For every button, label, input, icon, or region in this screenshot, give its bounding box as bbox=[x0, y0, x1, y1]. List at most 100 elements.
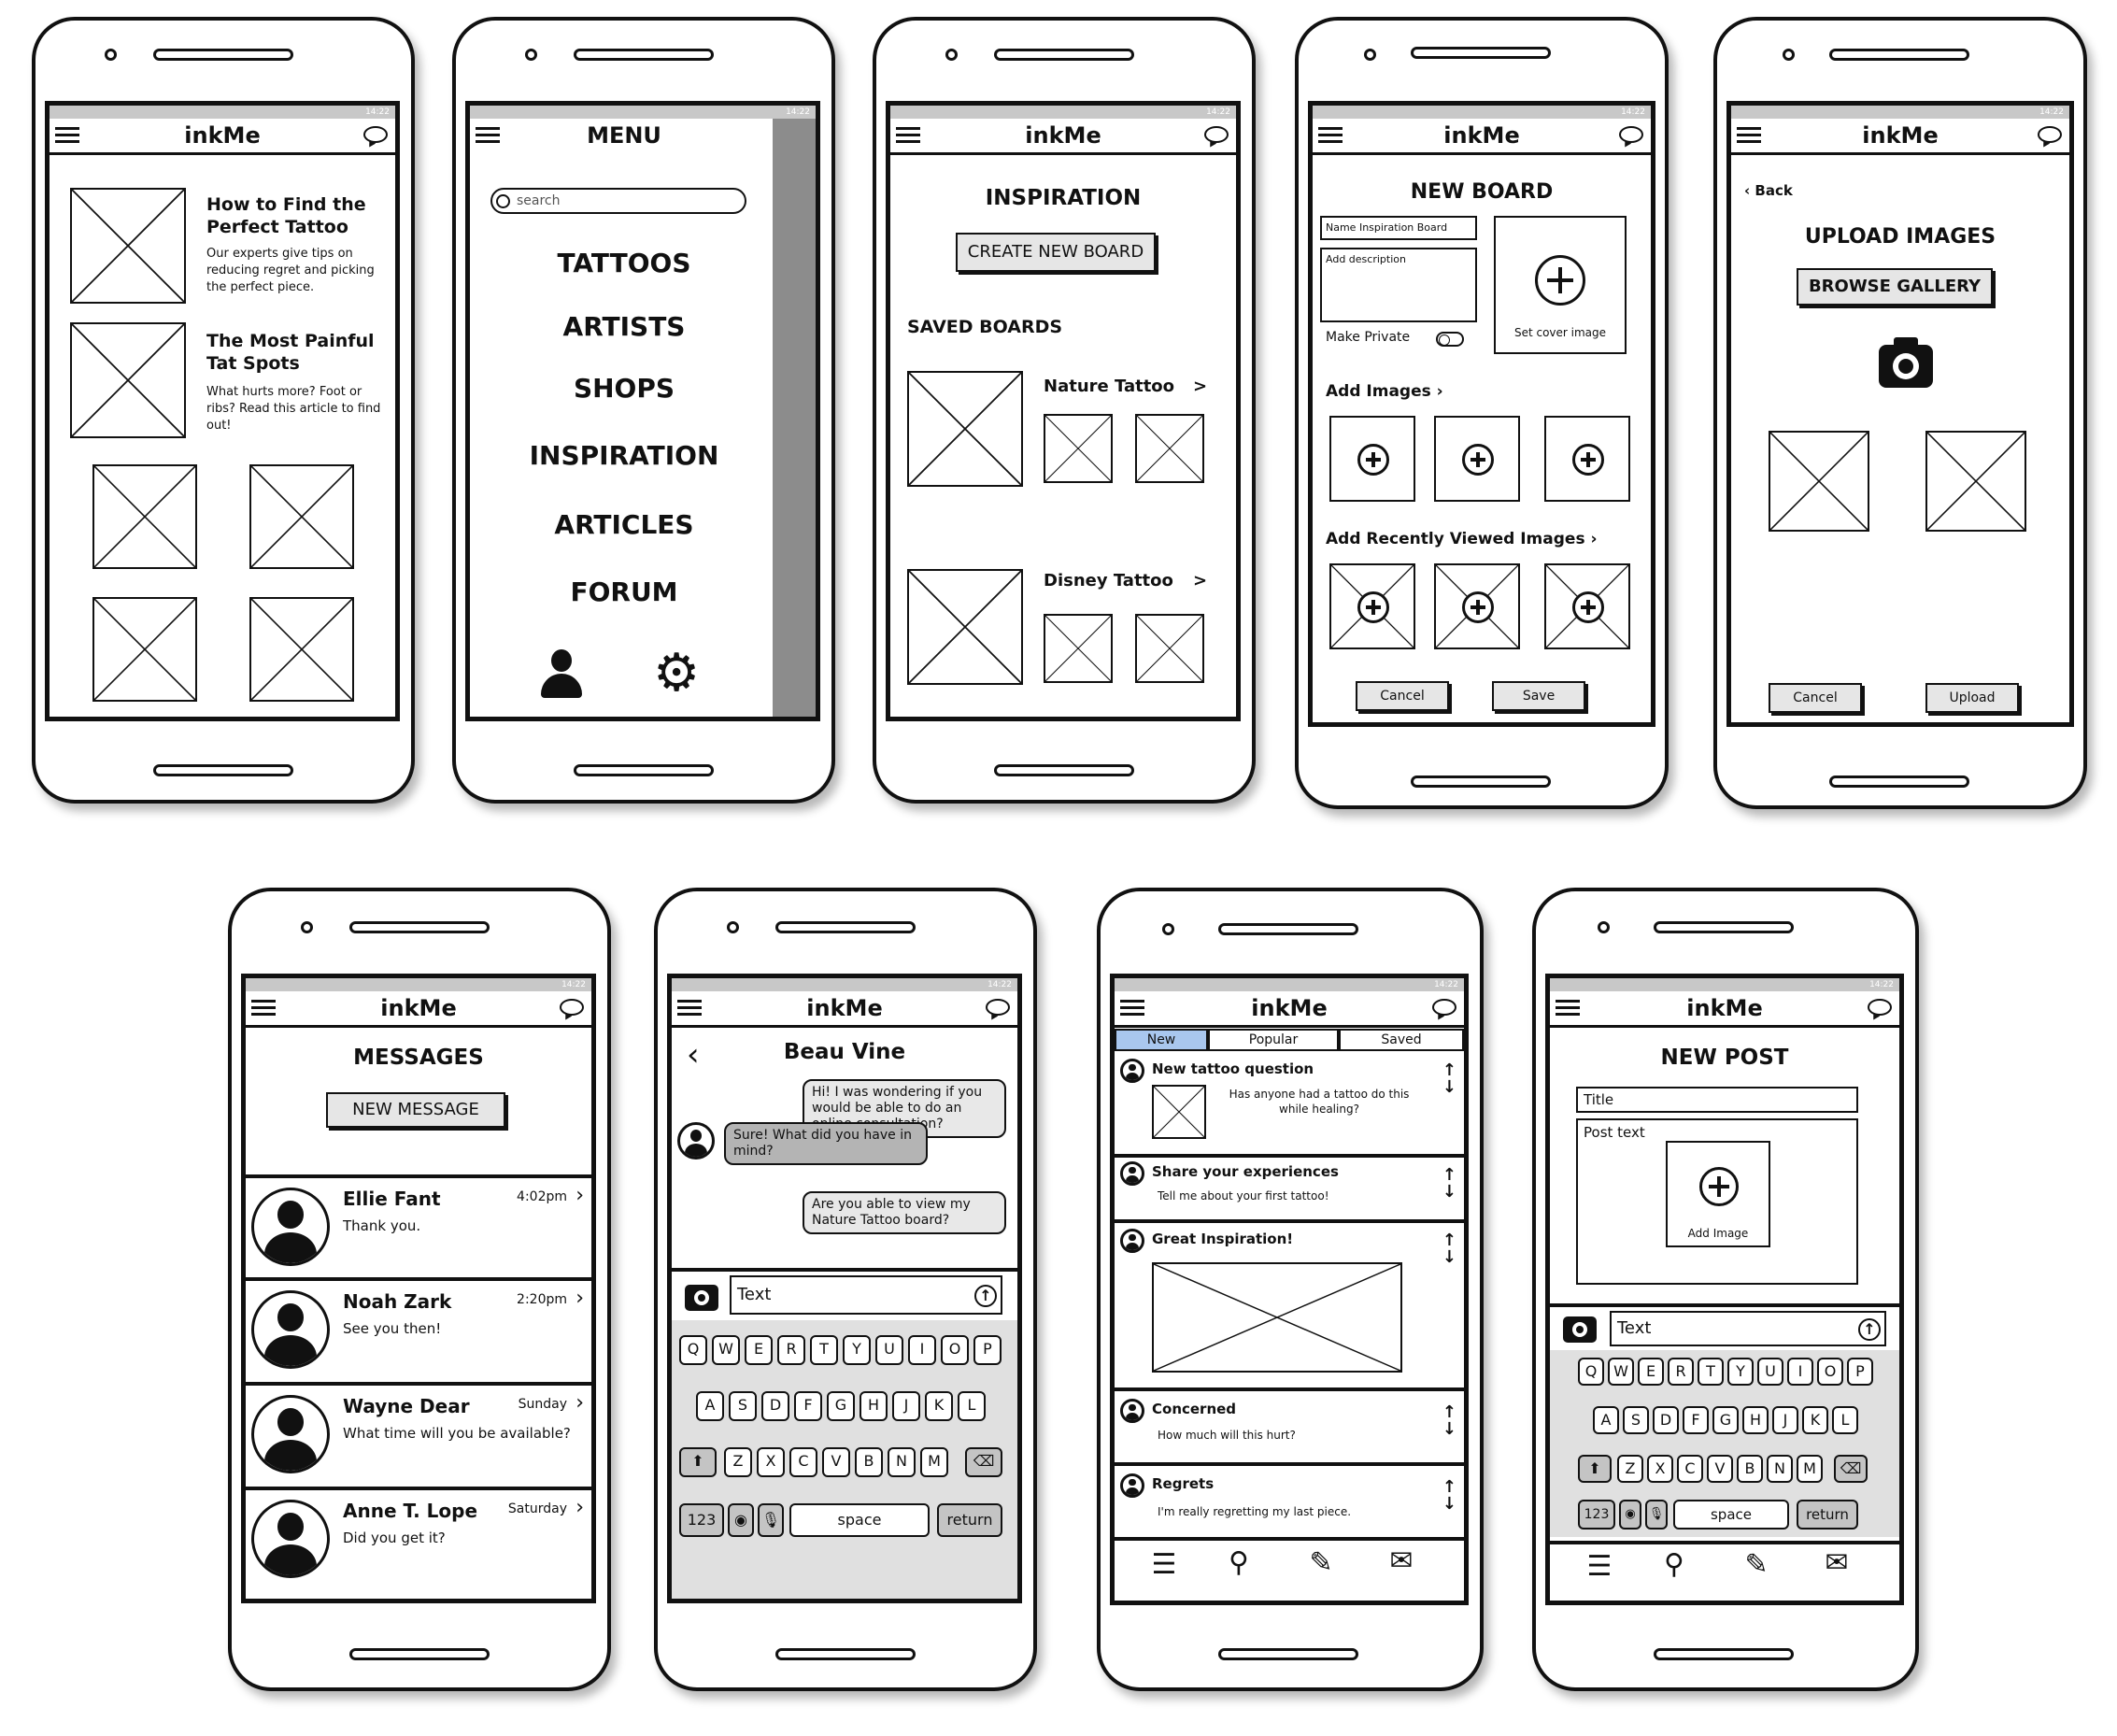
key[interactable]: N bbox=[888, 1447, 916, 1477]
key[interactable]: A bbox=[696, 1391, 724, 1421]
key[interactable]: T bbox=[1698, 1358, 1724, 1386]
tattoo-thumbnail[interactable] bbox=[92, 597, 197, 702]
home-button[interactable] bbox=[775, 1648, 916, 1660]
numbers-key[interactable]: 123 bbox=[679, 1503, 724, 1537]
key[interactable]: J bbox=[1772, 1406, 1798, 1434]
key[interactable]: Q bbox=[679, 1335, 707, 1365]
key[interactable]: W bbox=[712, 1335, 740, 1365]
board-cover[interactable] bbox=[907, 569, 1023, 685]
backspace-key-icon[interactable]: ⌫ bbox=[965, 1447, 1002, 1477]
cancel-button[interactable]: Cancel bbox=[1769, 683, 1862, 713]
message-thread[interactable]: Wayne Dear What time will you be availab… bbox=[246, 1386, 591, 1485]
upload-button[interactable]: Upload bbox=[1925, 683, 2019, 713]
chat-icon[interactable] bbox=[363, 126, 388, 143]
home-button[interactable] bbox=[1829, 776, 1969, 788]
tattoo-thumbnail[interactable] bbox=[249, 597, 354, 702]
tab-new[interactable]: New bbox=[1115, 1029, 1208, 1051]
key[interactable]: B bbox=[855, 1447, 883, 1477]
key[interactable]: V bbox=[1707, 1455, 1733, 1483]
tattoo-thumbnail[interactable] bbox=[249, 464, 354, 569]
key[interactable]: K bbox=[1802, 1406, 1828, 1434]
gear-icon[interactable]: ⚙ bbox=[653, 647, 700, 700]
vote-arrows-icon[interactable]: ↑ ↓ bbox=[1442, 1404, 1456, 1438]
board-description-input[interactable]: Add description bbox=[1320, 248, 1477, 322]
key[interactable]: Y bbox=[843, 1335, 871, 1365]
shift-key-icon[interactable]: ⬆ bbox=[1578, 1455, 1612, 1483]
menu-item-inspiration[interactable]: INSPIRATION bbox=[470, 440, 778, 471]
cover-image-slot[interactable]: Set cover image bbox=[1494, 216, 1627, 354]
private-toggle[interactable] bbox=[1436, 332, 1464, 347]
home-button[interactable] bbox=[1218, 1648, 1358, 1660]
dimmed-overlay[interactable] bbox=[773, 119, 816, 717]
key[interactable]: N bbox=[1767, 1455, 1793, 1483]
home-button[interactable] bbox=[1411, 776, 1551, 788]
home-button[interactable] bbox=[153, 764, 293, 776]
vote-arrows-icon[interactable]: ↑ ↓ bbox=[1442, 1062, 1456, 1096]
menu-item-artists[interactable]: ARTISTS bbox=[470, 311, 778, 342]
forum-post[interactable]: Regrets I'm really regretting my last pi… bbox=[1115, 1466, 1464, 1541]
vote-arrows-icon[interactable]: ↑ ↓ bbox=[1442, 1167, 1456, 1201]
add-recent-link[interactable]: Add Recently Viewed Images › bbox=[1326, 530, 1598, 548]
search-icon[interactable]: ⚲ bbox=[1651, 1548, 1698, 1581]
create-board-button[interactable]: CREATE NEW BOARD bbox=[956, 233, 1156, 272]
key[interactable]: F bbox=[1683, 1406, 1709, 1434]
board-thumbnail[interactable] bbox=[1044, 614, 1113, 683]
key[interactable]: M bbox=[1797, 1455, 1823, 1483]
space-key[interactable]: space bbox=[789, 1503, 930, 1537]
home-button[interactable] bbox=[349, 1648, 490, 1660]
home-button[interactable] bbox=[574, 764, 714, 776]
recent-image-slot[interactable] bbox=[1434, 563, 1520, 649]
key[interactable]: R bbox=[1668, 1358, 1694, 1386]
browse-gallery-button[interactable]: BROWSE GALLERY bbox=[1797, 268, 1993, 306]
key[interactable]: Q bbox=[1578, 1358, 1604, 1386]
forum-post[interactable]: Share your experiences Tell me about you… bbox=[1115, 1158, 1464, 1223]
key[interactable]: X bbox=[1647, 1455, 1673, 1483]
selected-image[interactable] bbox=[1769, 431, 1869, 532]
camera-icon[interactable] bbox=[1879, 337, 1933, 388]
key[interactable]: L bbox=[1832, 1406, 1858, 1434]
list-icon[interactable]: ☰ bbox=[1141, 1548, 1187, 1581]
chat-icon[interactable] bbox=[1432, 999, 1456, 1016]
camera-icon[interactable] bbox=[685, 1285, 718, 1311]
recent-image-slot[interactable] bbox=[1329, 563, 1415, 649]
space-key[interactable]: space bbox=[1673, 1500, 1789, 1530]
key[interactable]: A bbox=[1593, 1406, 1619, 1434]
key[interactable]: T bbox=[810, 1335, 838, 1365]
list-icon[interactable]: ☰ bbox=[1576, 1550, 1623, 1583]
key[interactable]: H bbox=[1742, 1406, 1769, 1434]
mail-icon[interactable]: ✉ bbox=[1812, 1546, 1862, 1579]
message-thread[interactable]: Ellie Fant Thank you. 4:02pm › bbox=[246, 1178, 591, 1277]
send-arrow-icon[interactable]: ↑ bbox=[974, 1285, 997, 1307]
key[interactable]: H bbox=[860, 1391, 888, 1421]
cancel-button[interactable]: Cancel bbox=[1356, 681, 1449, 711]
article-image[interactable] bbox=[70, 188, 186, 304]
forum-post[interactable]: Great Inspiration! ↑ ↓ bbox=[1115, 1223, 1464, 1391]
save-button[interactable]: Save bbox=[1492, 681, 1585, 711]
comment-input[interactable]: Text bbox=[1610, 1311, 1886, 1346]
shift-key-icon[interactable]: ⬆ bbox=[679, 1447, 717, 1477]
key[interactable]: C bbox=[1677, 1455, 1703, 1483]
key[interactable]: D bbox=[761, 1391, 789, 1421]
search-icon[interactable]: ⚲ bbox=[1215, 1546, 1262, 1579]
key[interactable]: S bbox=[1623, 1406, 1649, 1434]
return-key[interactable]: return bbox=[1797, 1500, 1858, 1530]
key[interactable]: F bbox=[794, 1391, 822, 1421]
chat-icon[interactable] bbox=[1619, 126, 1643, 143]
chat-icon[interactable] bbox=[1204, 126, 1229, 143]
chevron-right-icon[interactable]: > bbox=[1193, 571, 1207, 591]
chat-icon[interactable] bbox=[1868, 999, 1892, 1016]
key[interactable]: R bbox=[777, 1335, 805, 1365]
add-image-slot[interactable] bbox=[1434, 416, 1520, 502]
key[interactable]: Z bbox=[1617, 1455, 1643, 1483]
key[interactable]: P bbox=[1847, 1358, 1873, 1386]
board-name[interactable]: Nature Tattoo bbox=[1044, 377, 1174, 396]
key[interactable]: G bbox=[1712, 1406, 1739, 1434]
menu-item-articles[interactable]: ARTICLES bbox=[470, 509, 778, 540]
key[interactable]: O bbox=[941, 1335, 969, 1365]
key[interactable]: I bbox=[908, 1335, 936, 1365]
board-thumbnail[interactable] bbox=[1044, 414, 1113, 483]
backspace-key-icon[interactable]: ⌫ bbox=[1834, 1455, 1868, 1483]
tattoo-thumbnail[interactable] bbox=[92, 464, 197, 569]
camera-icon[interactable] bbox=[1563, 1316, 1597, 1343]
message-thread[interactable]: Noah Zark See you then! 2:20pm › bbox=[246, 1281, 591, 1380]
